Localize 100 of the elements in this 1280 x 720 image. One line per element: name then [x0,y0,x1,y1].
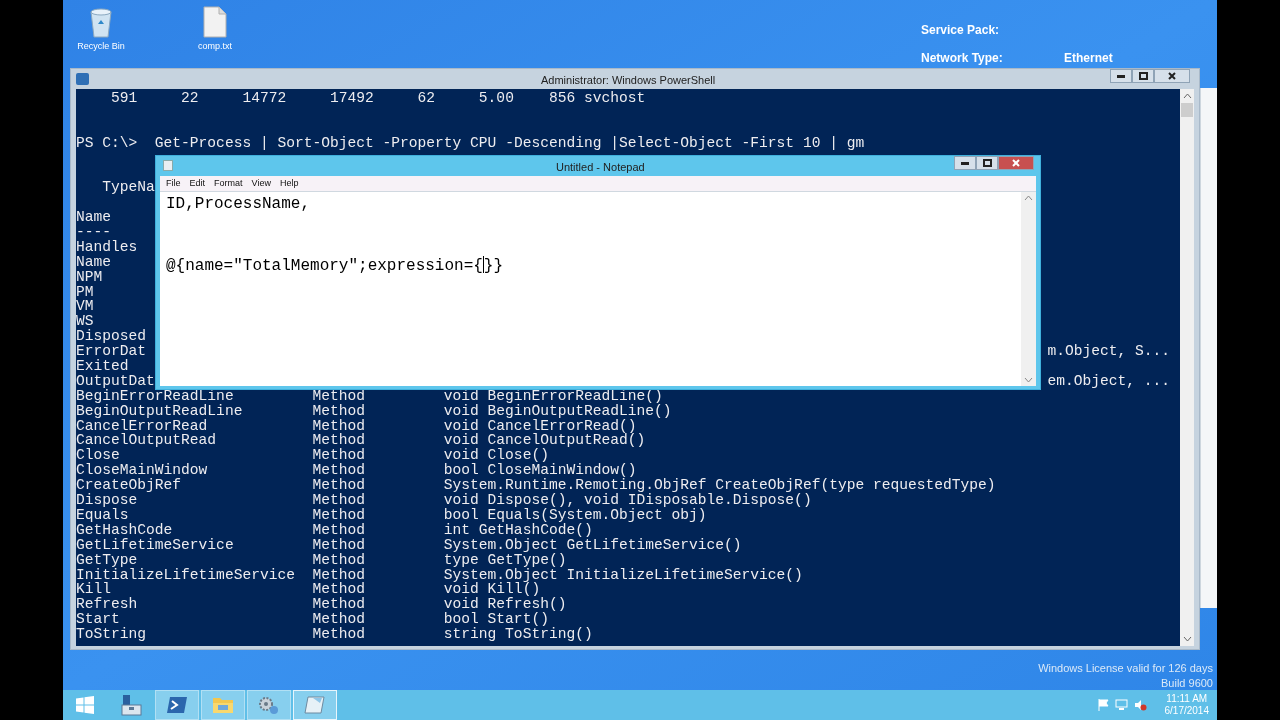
document-icon [203,6,227,38]
minimize-button[interactable] [954,156,976,170]
member-name: CreateObjRef [76,478,183,494]
minimize-button[interactable] [1110,69,1132,83]
minimize-icon [1117,74,1125,78]
member-definition: System.Object GetLifetimeService() [443,537,742,553]
member-name: Refresh [76,597,139,613]
member-type: Method [312,582,366,598]
maximize-button[interactable] [1132,69,1154,83]
icon-label[interactable]: comp.txt [198,42,232,51]
member-definition: type GetType() [443,552,567,568]
member-definition: void CancelErrorRead() [443,418,637,434]
member-name: CancelErrorRead [76,418,208,434]
console-line: PS C:\> Get-Process | Sort-Object -Property CPU -Descending |Select-Object -First 10 | gm [76,135,865,151]
console-line: Name [76,210,112,225]
window-title: Administrator: Windows PowerShell [541,73,716,88]
member-name: Close [76,448,120,464]
taskbar-button[interactable] [247,690,291,720]
member-name: Dispose [76,493,138,508]
maximize-icon [1138,72,1148,80]
console-line: Exited [76,359,129,374]
info-label: Network Type: [921,50,1004,67]
console-line: em.Object, ... [1047,373,1171,389]
console-line: TypeNa [101,180,155,196]
member-type: Method [312,627,366,642]
license-notice: Build 9600 [1161,676,1213,690]
member-name: Kill [76,582,112,598]
console-line: m.Object, S... [1047,344,1171,360]
member-type: Method [312,388,366,404]
windows-logo-icon [76,696,94,714]
member-type: Method [312,493,366,508]
member-definition: void CancelOutputRead() [443,433,646,449]
console-line: Handles [76,239,138,255]
member-definition: void Close() [443,448,549,464]
speaker-muted-icon[interactable] [1133,699,1147,711]
taskbar-button[interactable] [293,690,337,720]
console-line: ErrorDat [76,344,147,360]
member-name: InitializeLifetimeService [76,567,296,583]
folder-icon [212,696,234,714]
network-icon[interactable] [1114,699,1128,711]
member-type: Method [312,433,366,449]
toolbox-icon [120,694,142,716]
console-line: OutputDat [76,373,155,389]
member-definition: bool Equals(System.Object obj) [443,507,707,523]
menu-item[interactable]: Edit [185,176,210,191]
minimize-icon [961,161,969,165]
member-type: Method [312,537,366,553]
console-line: 591 22 14772 17492 62 5.00 856 svchost [110,91,646,106]
flag-icon[interactable] [1097,699,1109,711]
console-line: Name [76,254,112,270]
member-type: Method [312,597,366,613]
info-value: Ethernet [1064,50,1113,67]
taskbar-button[interactable] [155,690,199,720]
member-name: BeginOutputReadLine [76,403,244,419]
member-name: CancelOutputRead [76,433,218,449]
close-icon [1012,159,1020,167]
member-type: Method [312,567,366,583]
maximize-icon [982,159,992,167]
console-line: PM [76,284,94,300]
member-type: Method [312,478,366,494]
license-notice: Windows License valid for 126 days [1038,661,1213,676]
member-name: Start [76,612,120,628]
member-definition: int GetHashCode() [443,522,593,538]
close-button[interactable] [1154,69,1190,83]
member-type: Method [312,612,366,628]
member-definition: System.Runtime.Remoting.ObjRef CreateObjRef(type requestedType) [443,478,996,494]
member-type: Method [312,522,366,538]
member-type: Method [312,552,366,568]
member-type: Method [312,448,366,464]
menu-item[interactable]: File [162,176,185,191]
member-definition: void Kill() [443,582,541,598]
member-definition: bool Start() [443,612,549,628]
member-type: Method [312,507,366,523]
menu-item[interactable]: Help [275,176,303,191]
member-definition: string ToString() [443,627,593,642]
window-title: Untitled - Notepad [556,160,645,175]
member-name: CloseMainWindow [76,463,209,479]
scroll-thumb[interactable] [1181,103,1193,117]
member-name: ToString [76,627,148,642]
icon-label[interactable]: Recycle Bin [77,42,125,51]
maximize-button[interactable] [976,156,998,170]
member-type: Method [312,418,366,434]
member-definition: bool CloseMainWindow() [443,463,637,479]
member-name: GetLifetimeService [76,537,235,553]
console-line: WS [76,314,94,330]
member-name: GetHashCode [76,522,174,538]
console-line: Disposed [76,329,147,345]
member-name: Equals [76,507,129,523]
member-definition: System.Object InitializeLifetimeService() [443,567,803,583]
member-name: BeginErrorReadLine [76,388,235,404]
member-type: Method [312,403,366,419]
console-line: VM [76,299,94,315]
close-icon [1168,72,1176,80]
menu-item[interactable]: Format [210,176,247,191]
menu-item[interactable]: View [247,176,275,191]
console-line: NPM [76,269,103,285]
member-type: Method [312,463,366,479]
recycle-bin-icon [88,6,114,38]
member-definition: void Dispose(), void IDisposable.Dispose() [443,493,812,508]
text-cursor [482,256,484,274]
